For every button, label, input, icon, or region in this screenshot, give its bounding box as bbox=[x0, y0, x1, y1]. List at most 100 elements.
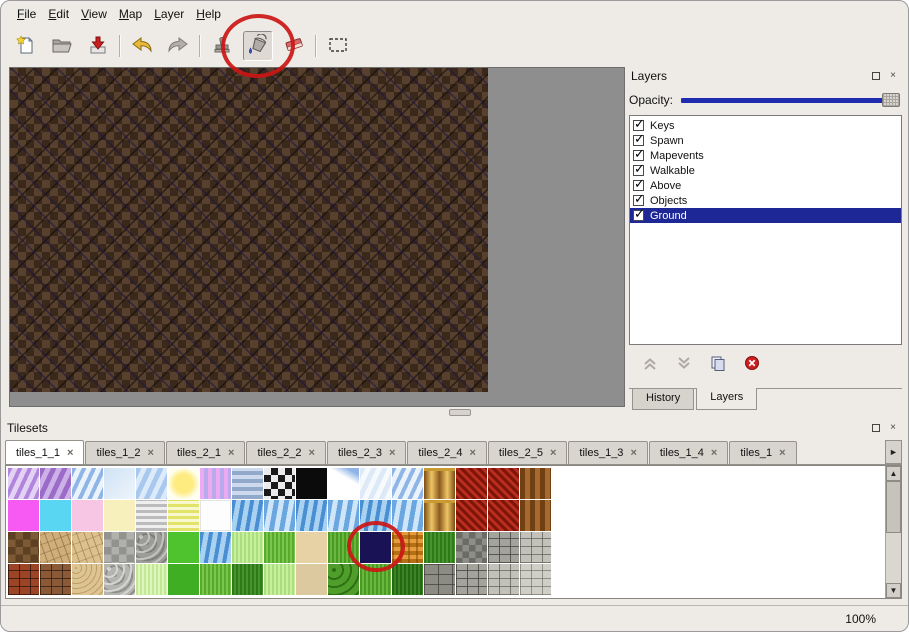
palette-tile-grassdark-r3c7[interactable] bbox=[232, 564, 263, 595]
palette-tile-brickred-r3c0[interactable] bbox=[8, 564, 39, 595]
palette-tile-cobble-r2c0[interactable] bbox=[8, 532, 39, 563]
layer-row-mapevents[interactable]: ✓Mapevents bbox=[630, 148, 901, 163]
panel-tab-layers[interactable]: Layers bbox=[696, 388, 757, 410]
close-panel-icon[interactable]: × bbox=[886, 422, 900, 435]
delete-layer-button[interactable] bbox=[743, 354, 761, 372]
tileset-tab-tiles_1_1[interactable]: tiles_1_1× bbox=[5, 440, 84, 465]
close-panel-icon[interactable]: × bbox=[886, 70, 900, 83]
tab-close-icon[interactable]: × bbox=[309, 448, 315, 458]
palette-tile-grasstuft-r3c10[interactable] bbox=[328, 564, 359, 595]
palette-tile-wood-r0c16[interactable] bbox=[520, 468, 551, 499]
palette-tile-glow-r0c5[interactable] bbox=[168, 468, 199, 499]
tab-close-icon[interactable]: × bbox=[389, 448, 395, 458]
palette-tile-water-r2c6[interactable] bbox=[200, 532, 231, 563]
palette-tile-cracked2-r2c2[interactable] bbox=[72, 532, 103, 563]
palette-tile-grass2-r3c11[interactable] bbox=[360, 564, 391, 595]
palette-tile-bricklight-r3c15[interactable] bbox=[488, 564, 519, 595]
layer-row-above[interactable]: ✓Above bbox=[630, 178, 901, 193]
palette-tile-navy-r2c11[interactable] bbox=[360, 532, 391, 563]
scroll-up-icon[interactable]: ▲ bbox=[886, 466, 901, 481]
tab-scroll-right-button[interactable]: ► bbox=[885, 440, 902, 464]
rect-select-tool-button[interactable] bbox=[323, 31, 353, 61]
palette-tile-bricklight-r2c16[interactable] bbox=[520, 532, 551, 563]
menu-edit[interactable]: Edit bbox=[42, 4, 75, 24]
palette-tile-grass2-r2c10[interactable] bbox=[328, 532, 359, 563]
layer-row-spawn[interactable]: ✓Spawn bbox=[630, 133, 901, 148]
tileset-tab-tiles_2_1[interactable]: tiles_2_1× bbox=[166, 441, 245, 464]
palette-tile-water-r1c11[interactable] bbox=[360, 500, 391, 531]
fill-bucket-tool-button[interactable] bbox=[243, 31, 273, 61]
layer-visibility-checkbox[interactable]: ✓ bbox=[633, 180, 644, 191]
palette-tile-graystripe-r1c4[interactable] bbox=[136, 500, 167, 531]
tileset-tab-tiles_2_5[interactable]: tiles_2_5× bbox=[488, 441, 567, 464]
palette-tile-bluestreak-r0c2[interactable] bbox=[72, 468, 103, 499]
tileset-tab-tiles_1_2[interactable]: tiles_1_2× bbox=[85, 441, 164, 464]
layer-visibility-checkbox[interactable]: ✓ bbox=[633, 210, 644, 221]
palette-tile-violet-r0c0[interactable] bbox=[8, 468, 39, 499]
layer-visibility-checkbox[interactable]: ✓ bbox=[633, 120, 644, 131]
palette-tile-pink-r1c2[interactable] bbox=[72, 500, 103, 531]
palette-tile-column-r1c13[interactable] bbox=[424, 500, 455, 531]
stamp-tool-button[interactable] bbox=[207, 31, 237, 61]
menu-view[interactable]: View bbox=[75, 4, 113, 24]
palette-tile-grassdark2-r3c12[interactable] bbox=[392, 564, 423, 595]
palette-tile-grasspale-r3c8[interactable] bbox=[264, 564, 295, 595]
palette-tile-black-r0c9[interactable] bbox=[296, 468, 327, 499]
open-button[interactable] bbox=[47, 31, 77, 61]
menu-layer[interactable]: Layer bbox=[148, 4, 190, 24]
palette-tile-brickbrown-r3c1[interactable] bbox=[40, 564, 71, 595]
opacity-slider[interactable] bbox=[681, 98, 900, 103]
palette-scrollbar[interactable]: ▲ ▼ bbox=[885, 466, 901, 598]
tab-close-icon[interactable]: × bbox=[67, 448, 73, 458]
layer-visibility-checkbox[interactable]: ✓ bbox=[633, 150, 644, 161]
palette-tile-wood-r1c16[interactable] bbox=[520, 500, 551, 531]
palette-tile-grasspale2-r3c4[interactable] bbox=[136, 564, 167, 595]
palette-tile-grass-r2c8[interactable] bbox=[264, 532, 295, 563]
palette-tile-sand-r3c2[interactable] bbox=[72, 564, 103, 595]
palette-tile-column-r0c13[interactable] bbox=[424, 468, 455, 499]
palette-tile-pebble2-r3c3[interactable] bbox=[104, 564, 135, 595]
palette-tile-grassdark-r2c13[interactable] bbox=[424, 532, 455, 563]
layer-row-walkable[interactable]: ✓Walkable bbox=[630, 163, 901, 178]
panel-tab-history[interactable]: History bbox=[632, 389, 694, 410]
tab-close-icon[interactable]: × bbox=[630, 448, 636, 458]
menu-file[interactable]: File bbox=[11, 4, 42, 24]
palette-tile-grass-r3c6[interactable] bbox=[200, 564, 231, 595]
palette-tile-green2-r3c5[interactable] bbox=[168, 564, 199, 595]
tab-close-icon[interactable]: × bbox=[228, 448, 234, 458]
tileset-tab-tiles_1_3[interactable]: tiles_1_3× bbox=[568, 441, 647, 464]
palette-tile-water-r1c9[interactable] bbox=[296, 500, 327, 531]
layer-row-ground[interactable]: ✓Ground bbox=[630, 208, 901, 223]
layer-row-keys[interactable]: ✓Keys bbox=[630, 118, 901, 133]
palette-tile-stonetile-r2c3[interactable] bbox=[104, 532, 135, 563]
palette-tile-checker-r0c8[interactable] bbox=[264, 468, 295, 499]
new-file-button[interactable] bbox=[11, 31, 41, 61]
palette-tile-tanlight-r2c9[interactable] bbox=[296, 532, 327, 563]
tileset-tab-tiles_2_2[interactable]: tiles_2_2× bbox=[246, 441, 325, 464]
palette-tile-white-r1c6[interactable] bbox=[200, 500, 231, 531]
map-canvas[interactable] bbox=[9, 67, 625, 407]
palette-tile-roof-r0c14[interactable] bbox=[456, 468, 487, 499]
palette-tile-roof-r0c15[interactable] bbox=[488, 468, 519, 499]
undo-button[interactable] bbox=[127, 31, 157, 61]
float-panel-icon[interactable] bbox=[869, 422, 883, 435]
layer-row-objects[interactable]: ✓Objects bbox=[630, 193, 901, 208]
menu-help[interactable]: Help bbox=[190, 4, 227, 24]
palette-tile-purple-r0c1[interactable] bbox=[40, 468, 71, 499]
save-button[interactable] bbox=[83, 31, 113, 61]
move-layer-up-button[interactable] bbox=[641, 354, 659, 372]
splitter-grip[interactable] bbox=[449, 409, 471, 416]
palette-tile-roof-r1c15[interactable] bbox=[488, 500, 519, 531]
layer-visibility-checkbox[interactable]: ✓ bbox=[633, 195, 644, 206]
palette-tile-yellowstripe-r1c5[interactable] bbox=[168, 500, 199, 531]
palette-tile-stones-r2c14[interactable] bbox=[456, 532, 487, 563]
palette-tile-water2-r1c8[interactable] bbox=[264, 500, 295, 531]
tab-close-icon[interactable]: × bbox=[779, 448, 785, 458]
palette-tile-bluestreak-r0c12[interactable] bbox=[392, 468, 423, 499]
palette-tile-brickwall-r3c14[interactable] bbox=[456, 564, 487, 595]
opacity-slider-handle[interactable] bbox=[882, 93, 900, 107]
palette-tile-bluestripe-r0c7[interactable] bbox=[232, 468, 263, 499]
tileset-tab-tiles_2_4[interactable]: tiles_2_4× bbox=[407, 441, 486, 464]
palette-tile-palestreak-r0c11[interactable] bbox=[360, 468, 391, 499]
menu-map[interactable]: Map bbox=[113, 4, 148, 24]
